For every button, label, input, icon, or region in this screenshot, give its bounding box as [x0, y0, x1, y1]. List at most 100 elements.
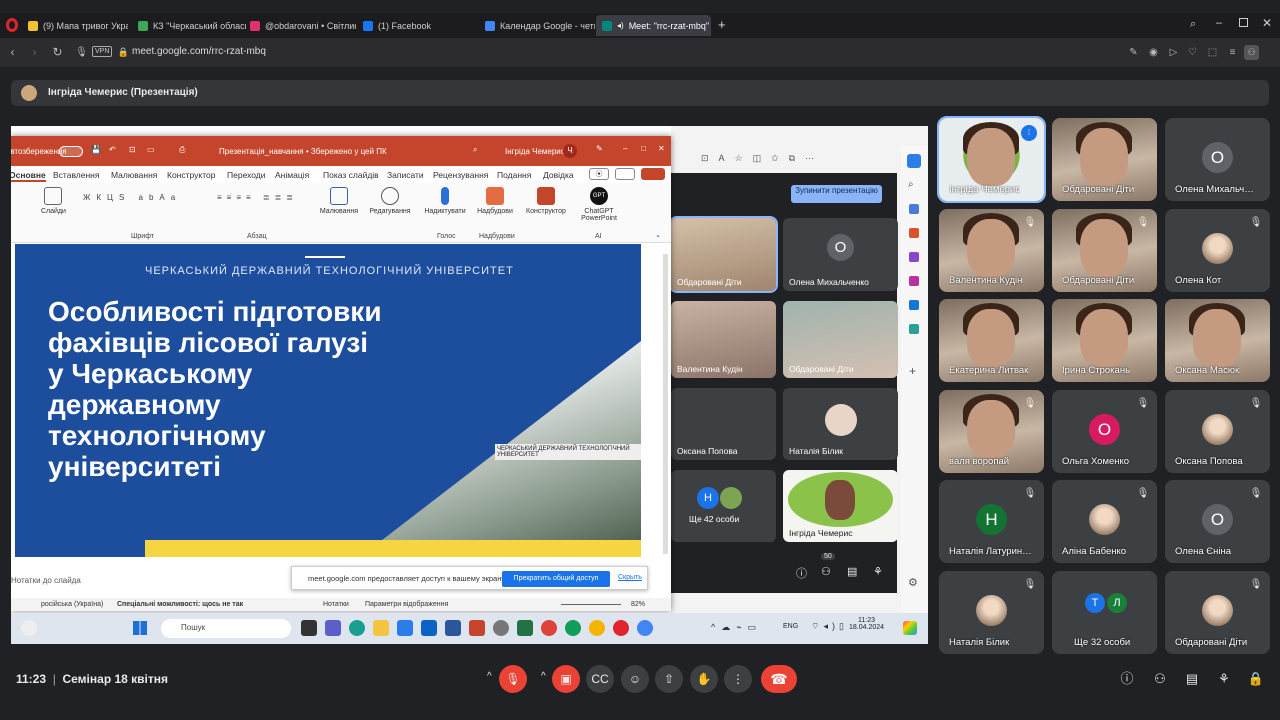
redo-icon[interactable]: ⊡ — [129, 145, 136, 154]
hide-link[interactable]: Скрыть — [618, 574, 642, 581]
save-icon[interactable]: 💾 — [91, 145, 101, 154]
participant-tile[interactable]: Н 🎙 Наталія Латурин… — [939, 480, 1044, 563]
sidebar-outlook-icon[interactable] — [909, 300, 919, 310]
present-button[interactable]: ⇧ — [655, 665, 683, 693]
participant-tile[interactable]: Т Л Ще 32 особи — [1052, 571, 1157, 654]
reactions-button[interactable]: ☺ — [621, 665, 649, 693]
host-controls-icon[interactable]: 🔒 — [1247, 670, 1265, 688]
audio-options-chevron-icon[interactable]: ^ — [487, 671, 492, 682]
language-indicator[interactable]: ENG — [783, 623, 798, 630]
menu-insert[interactable]: Вставлення — [53, 170, 99, 180]
draw-button[interactable]: Малювання — [317, 187, 361, 215]
chatgpt-button[interactable]: GPT ChatGPT PowerPoint — [575, 187, 623, 222]
designer-button[interactable]: Конструктор — [521, 187, 571, 215]
participant-tile[interactable]: Екатерина Литвак — [939, 299, 1044, 382]
view-settings[interactable]: Параметри відображення — [365, 601, 448, 608]
doc-title[interactable]: Презентація_навчання • Збережено у цей П… — [219, 147, 387, 156]
comments-button[interactable] — [615, 168, 635, 180]
participant-tile[interactable]: 🎙 валя воропай — [939, 390, 1044, 473]
inner-tile-oksana-p[interactable]: Оксана Попова — [671, 388, 776, 460]
slide-notes[interactable]: Нотатки до слайда — [11, 576, 81, 585]
menu-slideshow[interactable]: Показ слайдів — [323, 170, 379, 180]
autosave-toggle[interactable] — [59, 146, 83, 157]
slides-button[interactable]: Слайди — [41, 187, 66, 215]
box-icon[interactable]: ⬚ — [1205, 45, 1220, 60]
raise-hand-button[interactable]: ✋ — [690, 665, 718, 693]
sidebar-add-icon[interactable]: + — [909, 364, 916, 378]
dictate-button[interactable]: Надиктувати — [421, 187, 469, 215]
mic-icon[interactable]: 🎙 — [74, 45, 89, 60]
language-status[interactable]: російська (Україна) — [41, 601, 103, 608]
sidebar-games-icon[interactable] — [909, 252, 919, 262]
taskbar-search[interactable]: Пошук — [161, 619, 291, 638]
menu-home[interactable]: Основне — [11, 170, 46, 182]
camera-icon[interactable]: ◉ — [1146, 45, 1161, 60]
font-controls[interactable]: ЖКЦS abAa — [83, 193, 213, 217]
captions-button[interactable]: CC — [586, 665, 614, 693]
ppt-close-icon[interactable]: ✕ — [658, 144, 665, 153]
tab-facebook[interactable]: (1) Facebook — [357, 15, 477, 36]
ppt-search-icon[interactable]: ⌕ — [473, 145, 477, 155]
search-tabs-icon[interactable]: ⌕ — [1190, 18, 1196, 31]
participant-tile[interactable]: Ірина Строкань — [1052, 299, 1157, 382]
vpn-badge[interactable]: VPN — [92, 46, 113, 57]
mic-toggle-button[interactable]: 🎙 — [499, 665, 527, 693]
tab-kz-cherkasy[interactable]: КЗ "Черкаський обласн — [132, 15, 246, 36]
weather-icon[interactable] — [21, 620, 37, 636]
participant-tile[interactable]: 🎙 Олена Кот — [1165, 209, 1270, 292]
participant-tile[interactable]: Обдаровані Діти — [1052, 118, 1157, 201]
participant-tile[interactable]: О 🎙 Ольга Хоменко — [1052, 390, 1157, 473]
network-volume-icons[interactable]: ⌔◂)▯ — [811, 621, 848, 632]
zoom-level[interactable]: 82% — [631, 601, 645, 608]
addins-button[interactable]: Надбудови — [473, 187, 517, 215]
inner-tile-valentyna[interactable]: Валентина Кудін — [671, 301, 776, 378]
stop-presenting-button[interactable]: Зупинити презентацію — [791, 185, 882, 203]
sidebar-bag-icon[interactable] — [909, 228, 919, 238]
menu-animation[interactable]: Анімація — [275, 170, 309, 180]
play-icon[interactable]: ▷ — [1166, 45, 1181, 60]
tab-instagram[interactable]: @obdarovani • Світлини — [244, 15, 356, 36]
minimize-icon[interactable]: – — [1216, 17, 1222, 29]
video-options-chevron-icon[interactable]: ^ — [541, 671, 546, 682]
participant-tile[interactable]: 🎙 Оксана Попова — [1165, 390, 1270, 473]
sidebar-drop-icon[interactable] — [909, 324, 919, 334]
ppt-minimize-icon[interactable]: – — [623, 144, 627, 153]
forward-icon[interactable]: › — [27, 45, 42, 60]
inner-tile-obdarovani-2[interactable]: Обдаровані Діти — [783, 301, 898, 378]
participant-tile[interactable]: 🎙 Наталія Білик — [939, 571, 1044, 654]
settings-icon[interactable] — [493, 620, 509, 636]
menu-review[interactable]: Рецензування — [433, 170, 488, 180]
sidebar-settings-icon[interactable]: ⚙ — [908, 576, 918, 589]
back-icon[interactable]: ‹ — [5, 45, 20, 60]
inner-tile-more[interactable]: Н Ще 42 особи — [671, 470, 776, 542]
menu-record[interactable]: Записати — [387, 170, 424, 180]
close-window-icon[interactable]: ✕ — [1262, 16, 1272, 30]
new-tab-button[interactable]: + — [718, 17, 726, 32]
mail-icon[interactable] — [421, 620, 437, 636]
more-options-button[interactable]: ⋮ — [724, 665, 752, 693]
slide-canvas[interactable]: ЧЕРКАСЬКИЙ ДЕРЖАВНИЙ ТЕХНОЛОГІЧНИЙ УНІВЕ… — [15, 244, 641, 557]
edit-page-icon[interactable]: ✎ — [1126, 45, 1141, 60]
participant-tile[interactable]: Оксана Масюк — [1165, 299, 1270, 382]
menu-transitions[interactable]: Переходи — [227, 170, 266, 180]
reload-icon[interactable]: ↻ — [50, 45, 65, 60]
participant-tile[interactable]: 🎙 Обдаровані Діти — [1165, 571, 1270, 654]
store-icon[interactable] — [397, 620, 413, 636]
meeting-info-icon[interactable]: ⓘ — [1118, 670, 1136, 688]
teams-icon[interactable] — [325, 620, 341, 636]
participant-tile[interactable]: О 🎙 Олена Єніна — [1165, 480, 1270, 563]
people-icon[interactable]: ⚇ — [1151, 670, 1169, 688]
chat-icon[interactable]: ▤ — [847, 565, 857, 578]
inner-tile-obdarovani-1[interactable]: Обдаровані Діти — [669, 216, 778, 293]
sidebar-tag-icon[interactable] — [909, 204, 919, 214]
tab-meet[interactable]: ◂) Meet: "rrc-rzat-mbq" — [596, 15, 711, 36]
edge-icon[interactable] — [349, 620, 365, 636]
tray-icons[interactable]: ^☁⌁▭ — [711, 622, 762, 633]
zoom-slider[interactable] — [561, 604, 621, 605]
explorer-icon[interactable] — [373, 620, 389, 636]
chrome-icon-1[interactable] — [541, 620, 557, 636]
excel-icon[interactable] — [517, 620, 533, 636]
collapse-ribbon-icon[interactable]: ⌄ — [655, 231, 661, 239]
participant-tile[interactable]: 🎙 Обдаровані Діти — [1052, 209, 1157, 292]
activities-icon[interactable]: ⚘ — [1215, 670, 1233, 688]
